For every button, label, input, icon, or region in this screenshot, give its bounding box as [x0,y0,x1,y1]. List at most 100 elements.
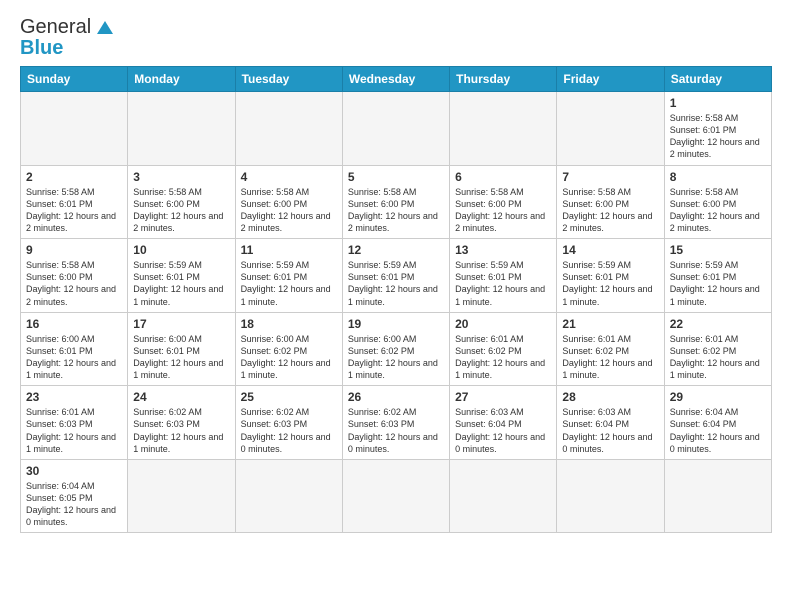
weekday-header-sunday: Sunday [21,67,128,92]
weekday-header-friday: Friday [557,67,664,92]
calendar-cell [557,92,664,166]
day-info: Sunrise: 5:59 AM Sunset: 6:01 PM Dayligh… [562,259,658,308]
day-info: Sunrise: 5:58 AM Sunset: 6:01 PM Dayligh… [670,112,766,161]
day-info: Sunrise: 5:58 AM Sunset: 6:00 PM Dayligh… [133,186,229,235]
calendar-cell: 23 Sunrise: 6:01 AM Sunset: 6:03 PM Dayli… [21,386,128,460]
calendar-cell [450,459,557,533]
day-info: Sunrise: 6:00 AM Sunset: 6:01 PM Dayligh… [26,333,122,382]
day-number: 10 [133,243,229,257]
calendar-cell: 10Sunrise: 5:59 AM Sunset: 6:01 PM Dayli… [128,239,235,313]
calendar-cell [235,459,342,533]
day-number: 30 [26,464,122,478]
calendar-cell: 20 Sunrise: 6:01 AM Sunset: 6:02 PM Dayli… [450,312,557,386]
logo: General Blue [20,16,113,60]
day-number: 21 [562,317,658,331]
calendar-table: SundayMondayTuesdayWednesdayThursdayFrid… [20,66,772,533]
day-number: 3 [133,170,229,184]
day-info: Sunrise: 6:01 AM Sunset: 6:02 PM Dayligh… [562,333,658,382]
day-number: 6 [455,170,551,184]
calendar-cell: 2 Sunrise: 5:58 AM Sunset: 6:01 PM Daylig… [21,165,128,239]
day-number: 19 [348,317,444,331]
day-number: 20 [455,317,551,331]
calendar-page: General Blue SundayMondayTuesdayWednesda… [0,0,792,612]
day-info: Sunrise: 6:03 AM Sunset: 6:04 PM Dayligh… [455,406,551,455]
day-number: 16 [26,317,122,331]
day-info: Sunrise: 5:58 AM Sunset: 6:00 PM Dayligh… [562,186,658,235]
header: General Blue [20,16,772,60]
day-info: Sunrise: 6:01 AM Sunset: 6:02 PM Dayligh… [455,333,551,382]
calendar-cell: 27 Sunrise: 6:03 AM Sunset: 6:04 PM Dayli… [450,386,557,460]
logo-general-text: General [20,16,91,39]
day-number: 18 [241,317,337,331]
day-info: Sunrise: 6:02 AM Sunset: 6:03 PM Dayligh… [133,406,229,455]
calendar-cell: 30Sunrise: 6:04 AM Sunset: 6:05 PM Dayli… [21,459,128,533]
calendar-cell: 15 Sunrise: 5:59 AM Sunset: 6:01 PM Dayli… [664,239,771,313]
day-number: 14 [562,243,658,257]
calendar-cell: 5Sunrise: 5:58 AM Sunset: 6:00 PM Daylig… [342,165,449,239]
calendar-cell [342,92,449,166]
calendar-cell [664,459,771,533]
calendar-cell [235,92,342,166]
calendar-cell: 26Sunrise: 6:02 AM Sunset: 6:03 PM Dayli… [342,386,449,460]
day-number: 2 [26,170,122,184]
day-info: Sunrise: 5:59 AM Sunset: 6:01 PM Dayligh… [455,259,551,308]
calendar-cell: 3 Sunrise: 5:58 AM Sunset: 6:00 PM Daylig… [128,165,235,239]
day-number: 7 [562,170,658,184]
day-number: 23 [26,390,122,404]
day-number: 28 [562,390,658,404]
calendar-cell: 12Sunrise: 5:59 AM Sunset: 6:01 PM Dayli… [342,239,449,313]
calendar-cell [450,92,557,166]
calendar-week-2: 2 Sunrise: 5:58 AM Sunset: 6:01 PM Daylig… [21,165,772,239]
day-number: 27 [455,390,551,404]
weekday-header-saturday: Saturday [664,67,771,92]
day-number: 9 [26,243,122,257]
day-number: 13 [455,243,551,257]
calendar-cell: 21 Sunrise: 6:01 AM Sunset: 6:02 PM Dayli… [557,312,664,386]
calendar-cell: 6 Sunrise: 5:58 AM Sunset: 6:00 PM Daylig… [450,165,557,239]
calendar-cell: 18Sunrise: 6:00 AM Sunset: 6:02 PM Dayli… [235,312,342,386]
calendar-cell [128,459,235,533]
day-number: 17 [133,317,229,331]
day-number: 29 [670,390,766,404]
day-info: Sunrise: 5:58 AM Sunset: 6:00 PM Dayligh… [455,186,551,235]
day-info: Sunrise: 5:58 AM Sunset: 6:00 PM Dayligh… [670,186,766,235]
weekday-header-wednesday: Wednesday [342,67,449,92]
day-info: Sunrise: 6:01 AM Sunset: 6:03 PM Dayligh… [26,406,122,455]
calendar-cell: 16 Sunrise: 6:00 AM Sunset: 6:01 PM Dayli… [21,312,128,386]
calendar-cell: 1Sunrise: 5:58 AM Sunset: 6:01 PM Daylig… [664,92,771,166]
day-info: Sunrise: 5:58 AM Sunset: 6:01 PM Dayligh… [26,186,122,235]
calendar-week-3: 9 Sunrise: 5:58 AM Sunset: 6:00 PM Daylig… [21,239,772,313]
calendar-cell: 28Sunrise: 6:03 AM Sunset: 6:04 PM Dayli… [557,386,664,460]
calendar-week-4: 16 Sunrise: 6:00 AM Sunset: 6:01 PM Dayli… [21,312,772,386]
day-info: Sunrise: 6:01 AM Sunset: 6:02 PM Dayligh… [670,333,766,382]
calendar-cell: 8 Sunrise: 5:58 AM Sunset: 6:00 PM Daylig… [664,165,771,239]
calendar-cell: 7 Sunrise: 5:58 AM Sunset: 6:00 PM Daylig… [557,165,664,239]
day-number: 24 [133,390,229,404]
day-info: Sunrise: 5:58 AM Sunset: 6:00 PM Dayligh… [26,259,122,308]
day-info: Sunrise: 5:59 AM Sunset: 6:01 PM Dayligh… [670,259,766,308]
calendar-cell [21,92,128,166]
day-info: Sunrise: 6:00 AM Sunset: 6:02 PM Dayligh… [348,333,444,382]
day-number: 11 [241,243,337,257]
day-info: Sunrise: 6:02 AM Sunset: 6:03 PM Dayligh… [241,406,337,455]
calendar-cell: 9 Sunrise: 5:58 AM Sunset: 6:00 PM Daylig… [21,239,128,313]
weekday-header-row: SundayMondayTuesdayWednesdayThursdayFrid… [21,67,772,92]
calendar-week-1: 1Sunrise: 5:58 AM Sunset: 6:01 PM Daylig… [21,92,772,166]
weekday-header-thursday: Thursday [450,67,557,92]
calendar-cell: 22 Sunrise: 6:01 AM Sunset: 6:02 PM Dayli… [664,312,771,386]
day-info: Sunrise: 6:00 AM Sunset: 6:01 PM Dayligh… [133,333,229,382]
calendar-cell: 29 Sunrise: 6:04 AM Sunset: 6:04 PM Dayli… [664,386,771,460]
calendar-cell: 13 Sunrise: 5:59 AM Sunset: 6:01 PM Dayli… [450,239,557,313]
calendar-cell: 17 Sunrise: 6:00 AM Sunset: 6:01 PM Dayli… [128,312,235,386]
day-info: Sunrise: 5:59 AM Sunset: 6:01 PM Dayligh… [348,259,444,308]
day-info: Sunrise: 6:04 AM Sunset: 6:04 PM Dayligh… [670,406,766,455]
calendar-week-6: 30Sunrise: 6:04 AM Sunset: 6:05 PM Dayli… [21,459,772,533]
day-info: Sunrise: 5:58 AM Sunset: 6:00 PM Dayligh… [241,186,337,235]
calendar-cell: 25Sunrise: 6:02 AM Sunset: 6:03 PM Dayli… [235,386,342,460]
calendar-cell: 4Sunrise: 5:58 AM Sunset: 6:00 PM Daylig… [235,165,342,239]
calendar-cell: 19 Sunrise: 6:00 AM Sunset: 6:02 PM Dayli… [342,312,449,386]
day-number: 15 [670,243,766,257]
logo-blue-text: Blue [20,37,63,60]
day-number: 8 [670,170,766,184]
day-number: 22 [670,317,766,331]
